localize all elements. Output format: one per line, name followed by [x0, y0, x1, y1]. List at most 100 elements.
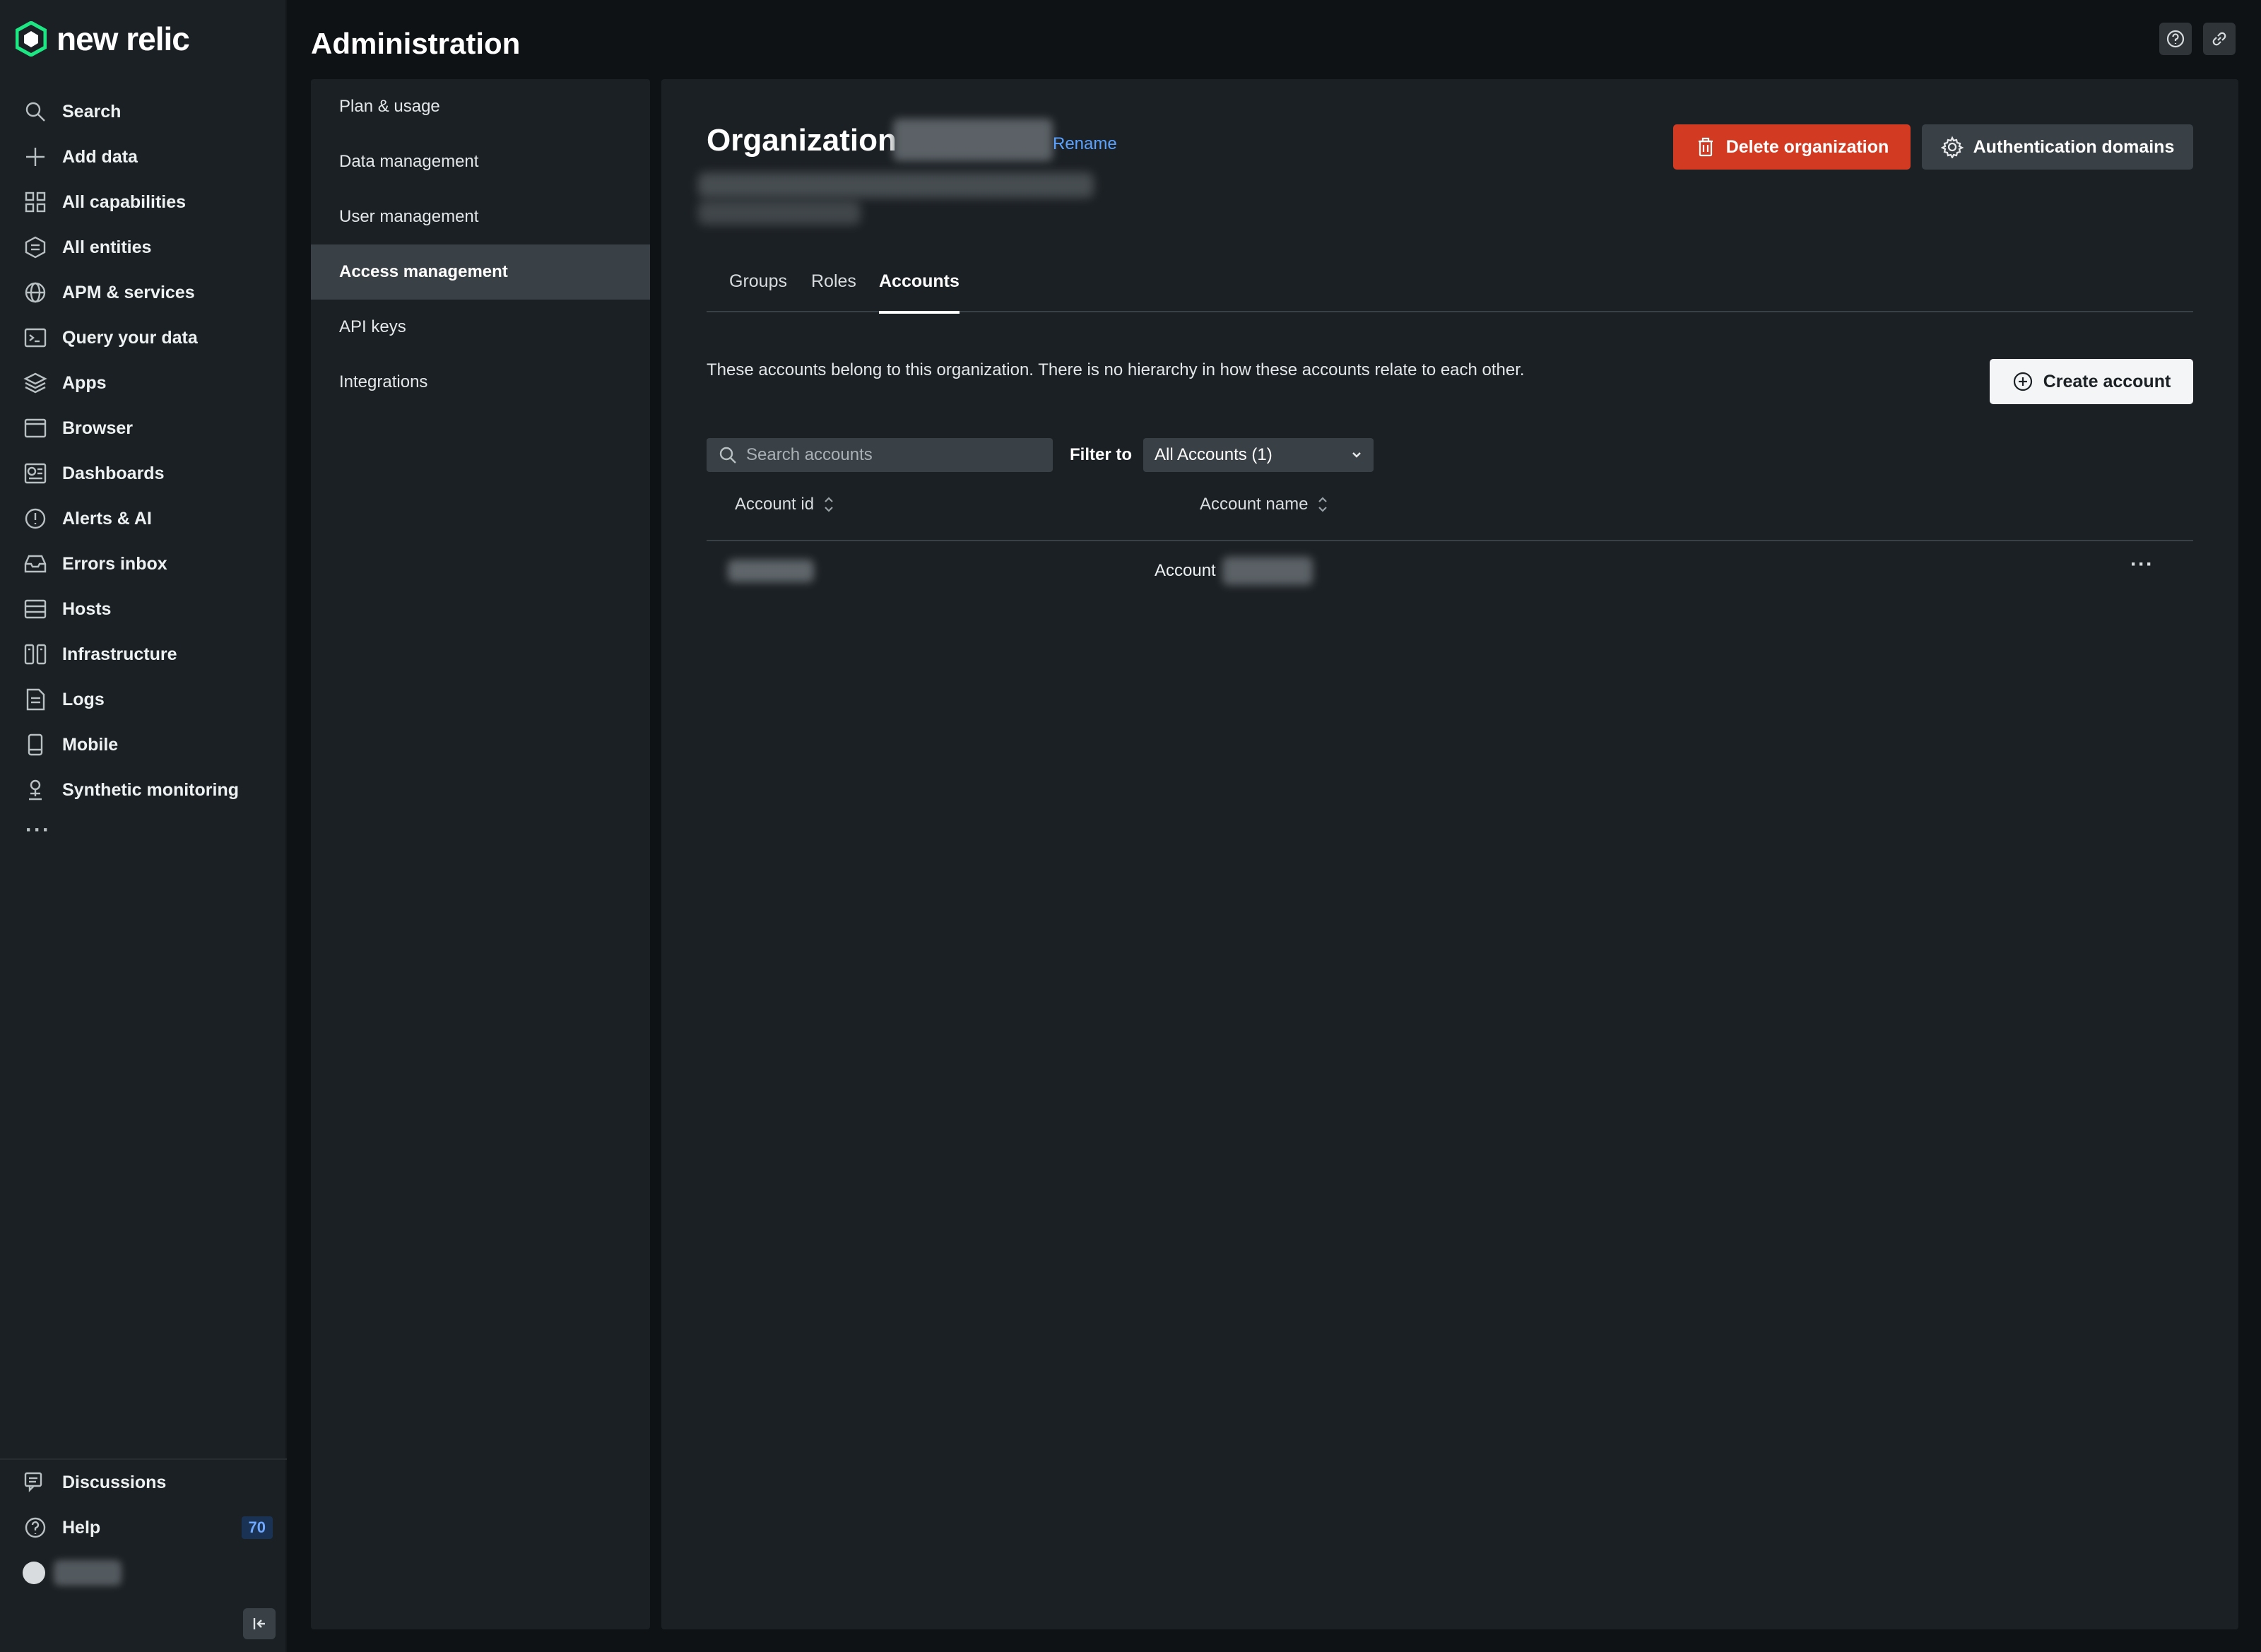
nav-item-add-data[interactable]: Add data	[0, 134, 287, 179]
search-icon	[719, 447, 736, 464]
column-header-label: Account id	[735, 495, 815, 514]
nav-label: Browser	[62, 418, 134, 438]
subnav-item-api-keys[interactable]: API keys	[311, 300, 650, 355]
search-accounts-input[interactable]	[746, 445, 1043, 465]
search-icon	[23, 99, 48, 124]
tab-groups[interactable]: Groups	[729, 270, 787, 312]
logs-icon	[23, 687, 48, 712]
nav-label: Logs	[62, 689, 105, 709]
row-actions-menu-icon[interactable]: ···	[2130, 553, 2154, 577]
entities-icon	[23, 235, 48, 260]
sort-icon	[1318, 497, 1328, 512]
trash-icon	[1698, 137, 1713, 157]
table-row[interactable]: Account ···	[707, 541, 2193, 601]
nav-label: Query your data	[62, 327, 198, 348]
nav-label: All capabilities	[62, 191, 187, 212]
nav-item-alerts-ai[interactable]: Alerts & AI	[0, 496, 287, 541]
nav-label: Alerts & AI	[62, 508, 152, 529]
plus-icon	[23, 144, 48, 170]
globe-icon	[23, 280, 48, 305]
layers-icon	[23, 370, 48, 396]
subnav-item-data-management[interactable]: Data management	[311, 134, 650, 189]
discussions-icon	[23, 1470, 48, 1495]
user-menu[interactable]	[0, 1550, 287, 1595]
nav-label: Errors inbox	[62, 553, 167, 574]
create-account-button[interactable]: Create account	[1990, 359, 2193, 404]
filter-label: Filter to	[1070, 445, 1132, 464]
nav-label: APM & services	[62, 282, 195, 302]
filter-selected-value: All Accounts (1)	[1155, 445, 1273, 464]
grid-icon	[23, 189, 48, 215]
create-account-label: Create account	[2043, 371, 2171, 391]
collapse-icon	[253, 1618, 265, 1629]
gear-icon	[1940, 136, 1964, 158]
organization-name-redacted	[893, 119, 1053, 161]
account-name-redacted	[1222, 557, 1313, 585]
nav-item-errors-inbox[interactable]: Errors inbox	[0, 541, 287, 586]
nav-item-all-entities[interactable]: All entities	[0, 225, 287, 270]
link-icon	[2212, 32, 2226, 46]
collapse-nav-button[interactable]	[243, 1608, 276, 1639]
nav-item-all-capabilities[interactable]: All capabilities	[0, 179, 287, 225]
nav-item-hosts[interactable]: Hosts	[0, 586, 287, 632]
tab-accounts[interactable]: Accounts	[879, 270, 960, 314]
nav-item-synthetic-monitoring[interactable]: Synthetic monitoring	[0, 767, 287, 813]
nav-item-mobile[interactable]: Mobile	[0, 722, 287, 767]
authentication-domains-label: Authentication domains	[1973, 136, 2175, 157]
subnav-item-plan-usage[interactable]: Plan & usage	[311, 79, 650, 134]
nav-item-discussions[interactable]: Discussions	[0, 1460, 287, 1505]
nav-item-logs[interactable]: Logs	[0, 677, 287, 722]
subnav-item-user-management[interactable]: User management	[311, 189, 650, 244]
nav-more-button[interactable]: ···	[0, 813, 287, 848]
organization-title: Organization	[707, 123, 897, 158]
nav-list: Search Add data All capabilities All ent…	[0, 89, 287, 848]
nav-item-query-your-data[interactable]: Query your data	[0, 315, 287, 360]
nav-item-infrastructure[interactable]: Infrastructure	[0, 632, 287, 677]
help-icon	[23, 1515, 48, 1540]
nav-label: Hosts	[62, 598, 112, 619]
main-panel: Organization Rename Delete organization …	[661, 79, 2238, 1629]
rename-link[interactable]: Rename	[1053, 134, 1117, 154]
nav-bottom: Discussions Help 70	[0, 1460, 287, 1595]
column-header-account-name[interactable]: Account name	[1200, 495, 1329, 514]
nav-label: Add data	[62, 146, 138, 167]
column-header-account-id[interactable]: Account id	[735, 495, 835, 514]
logo-text: new relic	[57, 20, 190, 57]
logo[interactable]: new relic	[16, 20, 190, 58]
help-button[interactable]	[2159, 23, 2192, 55]
nav-item-search[interactable]: Search	[0, 89, 287, 134]
filter-accounts-select[interactable]: All Accounts (1)	[1143, 438, 1374, 472]
copy-link-button[interactable]	[2203, 23, 2236, 55]
avatar	[23, 1562, 45, 1584]
tab-roles[interactable]: Roles	[811, 270, 856, 312]
nav-label: Help	[62, 1517, 101, 1538]
nav-item-help[interactable]: Help 70	[0, 1505, 287, 1550]
nav-item-dashboards[interactable]: Dashboards	[0, 451, 287, 496]
nav-item-apps[interactable]: Apps	[0, 360, 287, 406]
nav-label: Apps	[62, 372, 107, 393]
nav-label: Search	[62, 101, 122, 122]
nav-item-browser[interactable]: Browser	[0, 406, 287, 451]
inbox-icon	[23, 551, 48, 577]
help-count-badge: 70	[241, 1516, 273, 1539]
nav-item-apm-services[interactable]: APM & services	[0, 270, 287, 315]
authentication-domains-button[interactable]: Authentication domains	[1922, 124, 2193, 170]
search-accounts-field	[707, 438, 1053, 472]
plus-circle-icon	[2013, 372, 2032, 391]
account-id-redacted	[728, 560, 814, 582]
infrastructure-icon	[23, 642, 48, 667]
subnav-item-integrations[interactable]: Integrations	[311, 355, 650, 410]
alert-icon	[23, 506, 48, 531]
subnav-item-access-management[interactable]: Access management	[311, 244, 650, 300]
delete-organization-label: Delete organization	[1725, 136, 1889, 157]
browser-icon	[23, 415, 48, 441]
user-name-redacted	[54, 1560, 122, 1586]
organization-description-redacted	[698, 201, 861, 225]
delete-organization-button[interactable]: Delete organization	[1673, 124, 1911, 170]
chevron-down-icon	[1352, 452, 1361, 458]
new-relic-logo-icon	[16, 21, 47, 57]
nav-label: All entities	[62, 237, 152, 257]
organization-description-redacted	[698, 172, 1094, 198]
mobile-icon	[23, 732, 48, 757]
sort-icon	[825, 497, 833, 512]
